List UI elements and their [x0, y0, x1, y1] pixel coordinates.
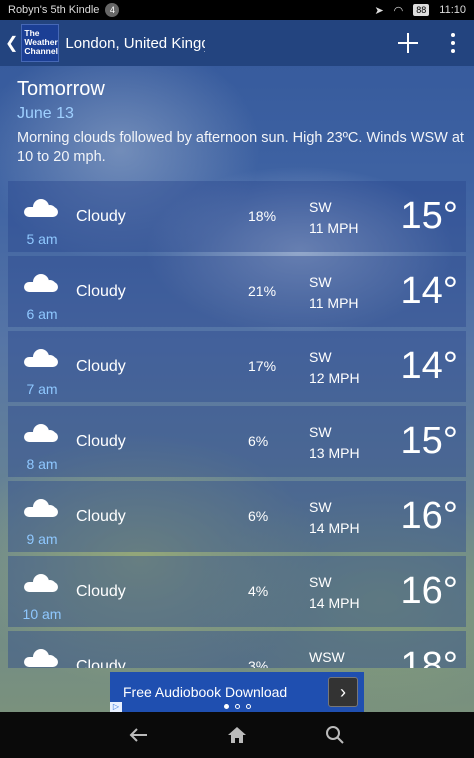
hour-temperature: 14°: [400, 345, 458, 387]
hourly-row[interactable]: 5 am Cloudy 18% SW 11 MPH 15°: [8, 181, 466, 252]
clock: 11:10: [439, 4, 466, 16]
overflow-menu-icon[interactable]: [438, 23, 468, 63]
hourly-row[interactable]: 9 am Cloudy 6% SW 14 MPH 16°: [8, 481, 466, 552]
hour-condition: Cloudy: [76, 583, 126, 600]
cloud-icon: [24, 199, 58, 217]
hour-wind-direction: SW: [309, 574, 332, 590]
hour-wind-speed: 11 MPH: [309, 295, 359, 311]
hour-time: 7 am: [26, 381, 58, 397]
summary-date: June 13: [17, 105, 74, 122]
cloud-icon: [24, 574, 58, 592]
hourly-row[interactable]: 8 am Cloudy 6% SW 13 MPH 15°: [8, 406, 466, 477]
ad-banner[interactable]: Free Audiobook Download › ▷: [110, 672, 364, 712]
battery-icon: 88: [413, 4, 430, 16]
hour-wind-direction: SW: [309, 424, 332, 440]
hour-precip: 21%: [248, 283, 277, 299]
hour-temperature: 15°: [400, 195, 458, 237]
status-bar: Robyn's 5th Kindle 4 ➤ ◠ 88 11:10: [0, 0, 474, 20]
summary-title: Tomorrow: [17, 78, 105, 100]
hour-wind-speed: 13 MPH: [309, 445, 360, 461]
hour-condition: Cloudy: [76, 658, 126, 668]
add-location-button[interactable]: [388, 23, 428, 63]
hour-time: 6 am: [26, 306, 58, 322]
hour-wind-speed: 11 MPH: [309, 220, 359, 236]
cloud-icon: [24, 649, 58, 667]
notification-badge[interactable]: 4: [105, 3, 120, 17]
cloud-icon: [24, 274, 58, 292]
cloud-icon: [24, 424, 58, 442]
pager-dot: [223, 704, 229, 709]
back-chevron-icon[interactable]: ❮: [5, 33, 18, 53]
pager-dot: [245, 704, 251, 709]
back-arrow-icon[interactable]: [124, 720, 154, 750]
hour-temperature: 18°: [400, 645, 458, 668]
wifi-icon: ◠: [393, 4, 404, 17]
hour-precip: 6%: [248, 433, 269, 449]
hourly-row[interactable]: 7 am Cloudy 17% SW 12 MPH 14°: [8, 331, 466, 402]
hour-temperature: 16°: [400, 495, 458, 537]
hour-condition: Cloudy: [76, 283, 126, 300]
hour-condition: Cloudy: [76, 433, 126, 450]
hourly-row[interactable]: 10 am Cloudy 4% SW 14 MPH 16°: [8, 556, 466, 627]
app-header: ❮ The Weather Channel London, United Kin…: [0, 20, 474, 66]
hour-temperature: 16°: [400, 570, 458, 612]
hour-condition: Cloudy: [76, 508, 126, 525]
pager-dot: [234, 704, 240, 709]
location-selector[interactable]: London, United Kingdom: [65, 34, 206, 52]
hour-precip: 6%: [248, 508, 269, 524]
cloud-icon: [24, 499, 58, 517]
ad-text: Free Audiobook Download: [123, 684, 288, 700]
hour-wind-speed: 14 MPH: [309, 520, 360, 536]
hour-time: 8 am: [26, 456, 58, 472]
hour-temperature: 14°: [400, 270, 458, 312]
hour-time: 10 am: [22, 606, 62, 622]
dropdown-triangle-icon: [198, 49, 206, 52]
device-name: Robyn's 5th Kindle: [8, 4, 100, 16]
hour-wind-speed: 12 MPH: [309, 370, 360, 386]
system-nav-bar: [0, 712, 474, 758]
hour-precip: 18%: [248, 208, 277, 224]
summary-text: Morning clouds followed by afternoon sun…: [17, 130, 464, 165]
hour-wind-direction: SW: [309, 499, 332, 515]
header-actions: [388, 23, 474, 63]
hourly-row[interactable]: Cloudy 3% WSW 18°: [8, 631, 466, 668]
search-icon[interactable]: [320, 720, 350, 750]
location-icon: ➤: [374, 4, 384, 17]
home-icon[interactable]: [222, 720, 252, 750]
hour-precip: 17%: [248, 358, 277, 374]
hour-wind-direction: SW: [309, 199, 332, 215]
hour-condition: Cloudy: [76, 208, 126, 225]
hour-temperature: 15°: [400, 420, 458, 462]
weather-channel-logo[interactable]: The Weather Channel: [21, 24, 60, 62]
location-name: London, United Kingdom: [65, 34, 205, 52]
hour-precip: 3%: [248, 658, 269, 668]
hour-wind-direction: SW: [309, 349, 332, 365]
chevron-right-icon[interactable]: ›: [328, 677, 358, 707]
hour-wind-speed: 14 MPH: [309, 595, 360, 611]
hour-precip: 4%: [248, 583, 269, 599]
status-icons: ➤ ◠ 88 11:10: [374, 4, 466, 17]
hour-wind-direction: SW: [309, 274, 332, 290]
forecast-summary: Tomorrow June 13 Morning clouds followed…: [17, 78, 467, 167]
hourly-forecast-list[interactable]: 5 am Cloudy 18% SW 11 MPH 15° 6 am Cloud…: [8, 181, 466, 668]
hour-time: 9 am: [26, 531, 58, 547]
hour-condition: Cloudy: [76, 358, 126, 375]
hourly-row[interactable]: 6 am Cloudy 21% SW 11 MPH 14°: [8, 256, 466, 327]
hour-time: 5 am: [26, 231, 58, 247]
hour-wind-direction: WSW: [309, 649, 345, 665]
cloud-icon: [24, 349, 58, 367]
ad-pager: [110, 704, 364, 709]
